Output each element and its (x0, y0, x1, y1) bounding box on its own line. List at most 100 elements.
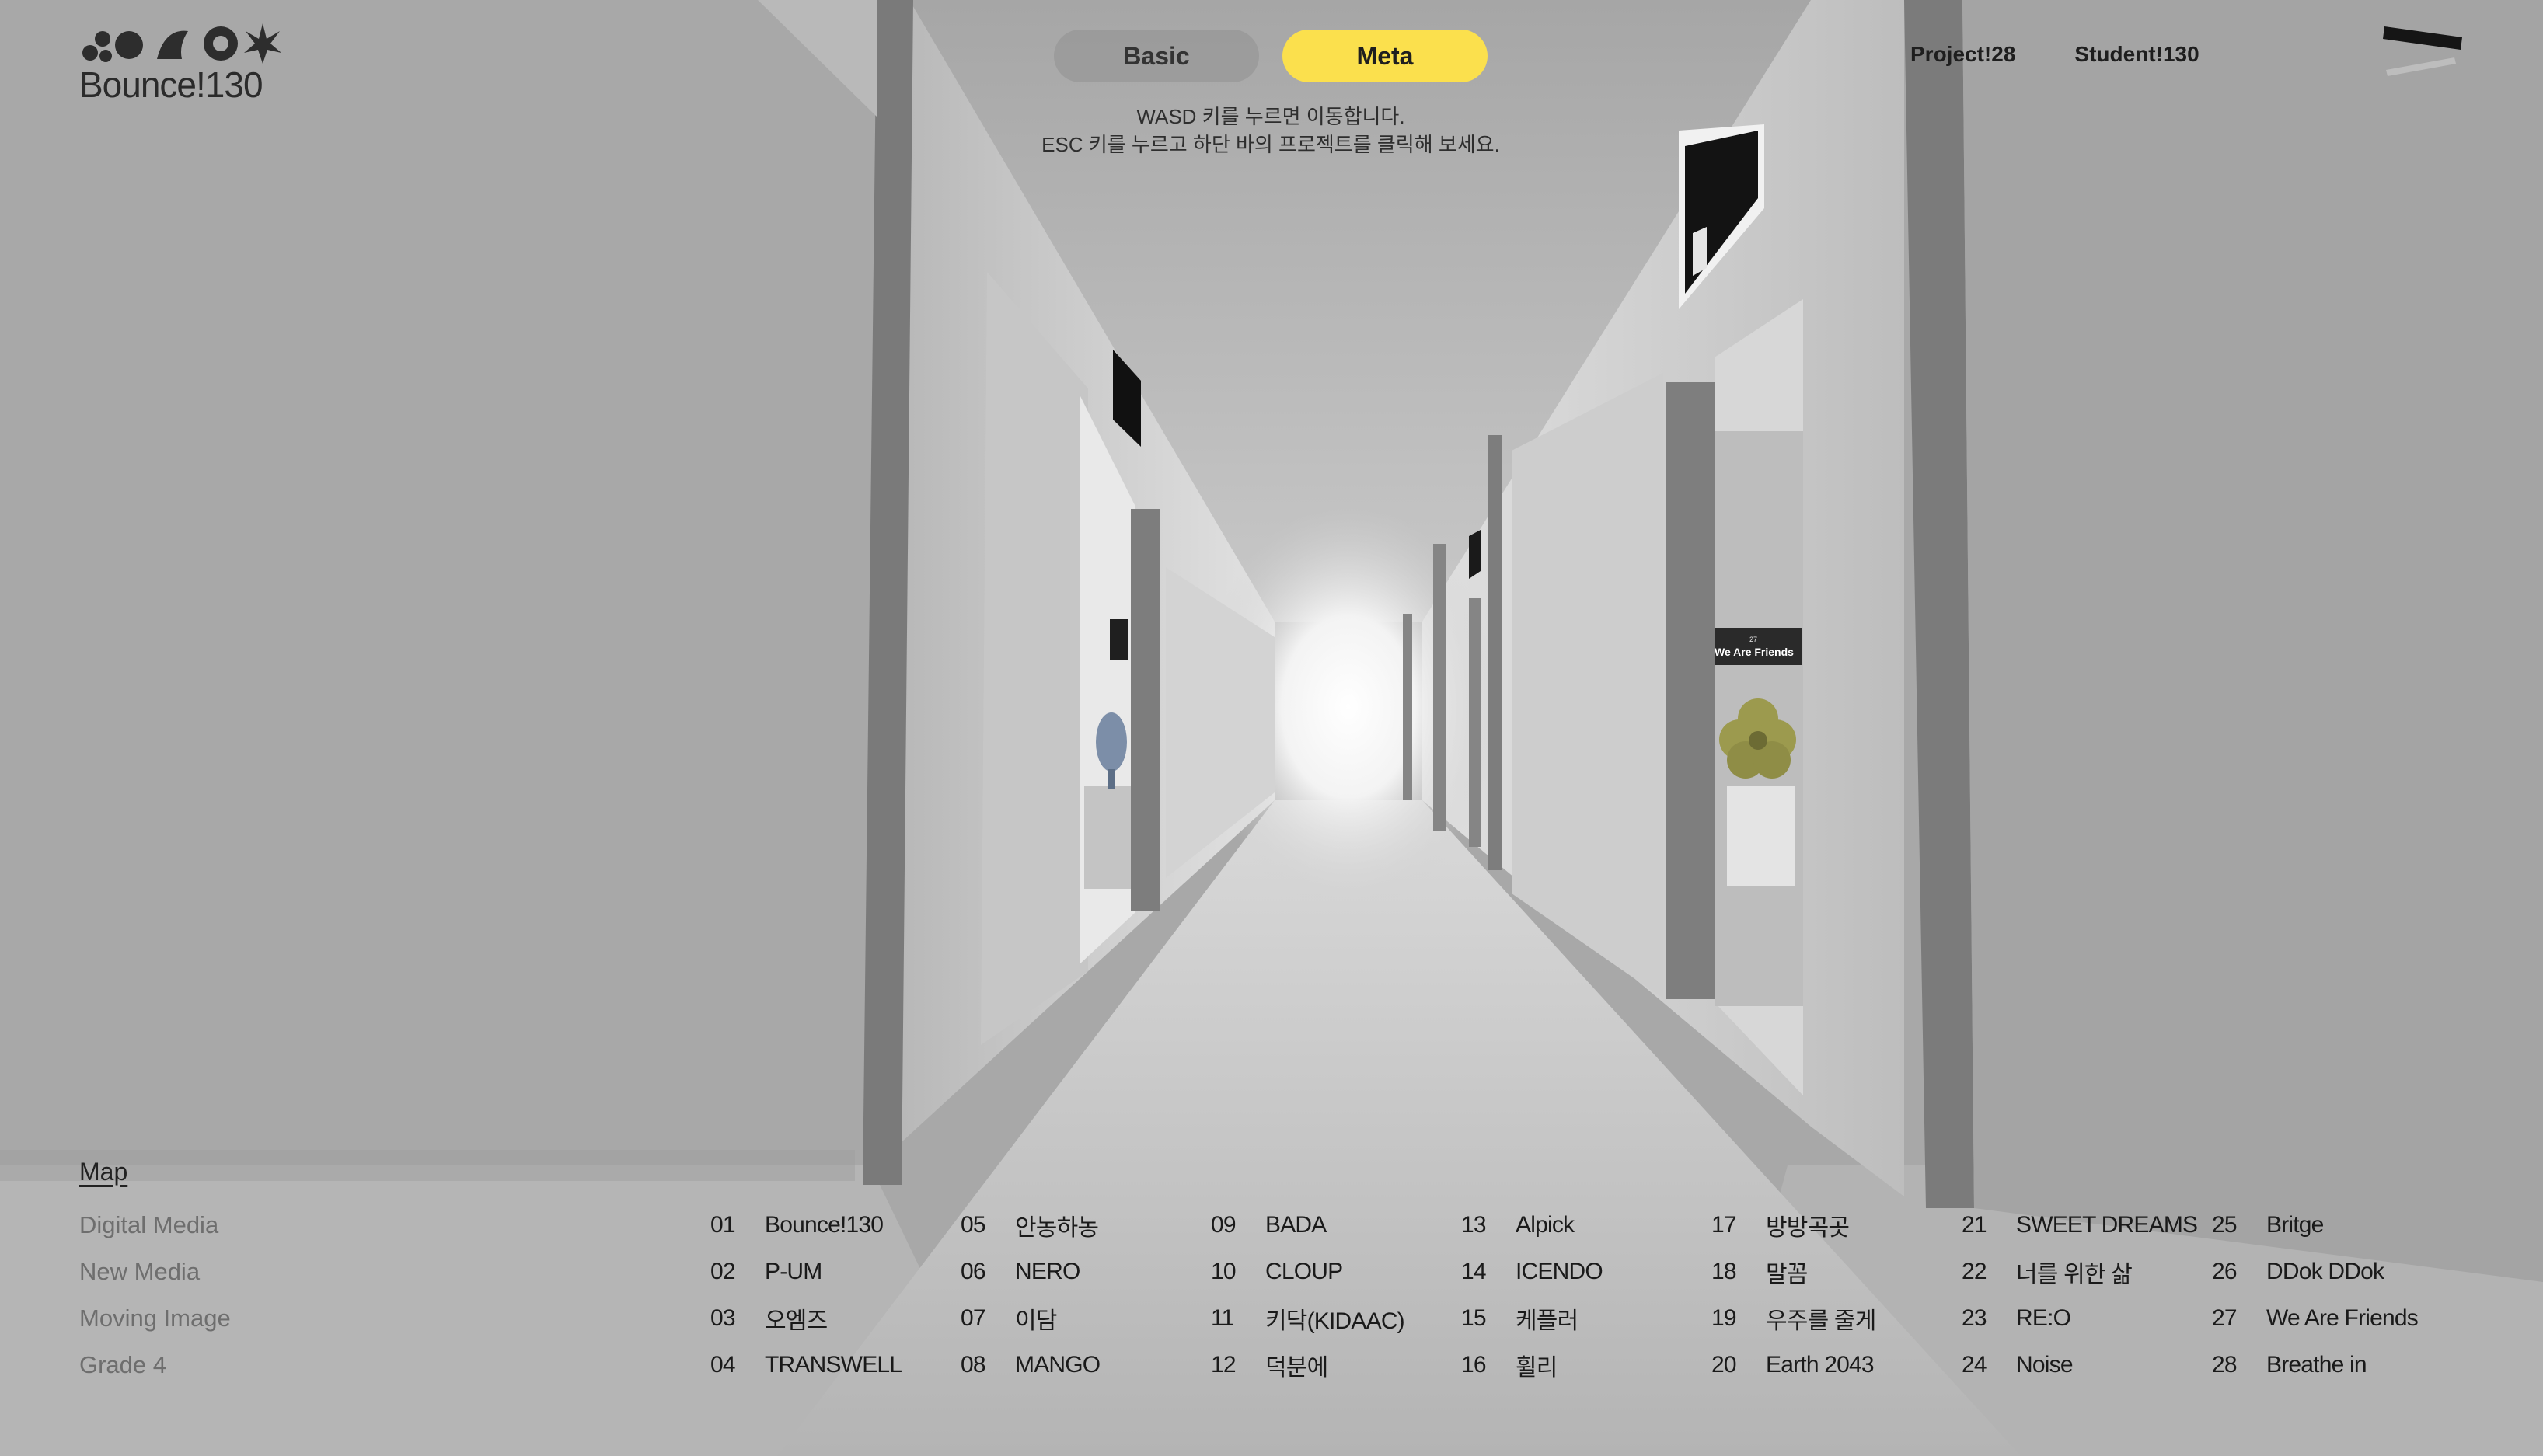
project-number: 08 (961, 1352, 986, 1378)
project-number: 06 (961, 1259, 986, 1284)
project-count-link[interactable]: Project!28 (1910, 42, 2015, 67)
project-item[interactable]: 05 안농하농 (961, 1207, 1099, 1243)
project-item[interactable]: 28 Breathe in (2212, 1347, 2367, 1383)
project-number: 27 (2212, 1305, 2238, 1331)
project-number: 26 (2212, 1259, 2238, 1284)
category-grade-4[interactable]: Grade 4 (79, 1347, 231, 1394)
category-new-media[interactable]: New Media (79, 1254, 231, 1301)
project-name: ICENDO (1516, 1259, 1603, 1284)
student-count-link[interactable]: Student!130 (2074, 42, 2199, 67)
project-item[interactable]: 08 MANGO (961, 1347, 1101, 1383)
left-sculpture (1096, 712, 1127, 772)
project-name: Breathe in (2266, 1352, 2367, 1378)
project-item[interactable]: 23 RE:O (1962, 1301, 2071, 1336)
project-item[interactable]: 06 NERO (961, 1254, 1080, 1290)
project-number: 28 (2212, 1352, 2238, 1378)
meta-mode-button[interactable]: Meta (1282, 30, 1488, 82)
project-number: 23 (1962, 1305, 1987, 1331)
basic-mode-button[interactable]: Basic (1054, 30, 1259, 82)
project-list: 01 Bounce!130 02 P-UM 03 오엠즈 04 TRANSWELL 05 안농하농… (710, 1207, 2490, 1394)
category-digital-media[interactable]: Digital Media (79, 1207, 231, 1254)
project-number: 19 (1711, 1305, 1737, 1331)
project-name: CLOUP (1265, 1259, 1343, 1284)
project-number: 21 (1962, 1212, 1987, 1238)
right-far-sign (1469, 530, 1481, 579)
project-number: 09 (1211, 1212, 1237, 1238)
project-item[interactable]: 12 덕분에 (1211, 1347, 1328, 1383)
project-item[interactable]: 03 오엠즈 (710, 1301, 828, 1336)
project-item[interactable]: 13 Alpick (1461, 1207, 1575, 1243)
project-item[interactable]: 01 Bounce!130 (710, 1207, 884, 1243)
left-door-frame (981, 272, 1088, 1045)
project-number: 12 (1211, 1352, 1237, 1378)
map-title[interactable]: Map (79, 1158, 127, 1186)
left-pedestal (1084, 786, 1131, 889)
project-item[interactable]: 07 이담 (961, 1301, 1057, 1336)
project-item[interactable]: 02 P-UM (710, 1254, 822, 1290)
project-number: 11 (1211, 1305, 1234, 1331)
we-are-friends-sign-text: We Are Friends (1715, 646, 1794, 658)
project-name: 덕분에 (1265, 1355, 1328, 1381)
project-name: RE:O (2016, 1305, 2071, 1331)
movement-hint: WASD 키를 누르면 이동합니다. (1136, 105, 1405, 128)
mode-toggle: Basic Meta (1054, 30, 1488, 82)
project-name: 말꼼 (1766, 1262, 1808, 1287)
logo[interactable]: Bounce!130 (79, 22, 289, 107)
project-item[interactable]: 17 방방곡곳 (1711, 1207, 1850, 1243)
project-name: 키닥(KIDAAC) (1265, 1308, 1405, 1334)
project-name: We Are Friends (2266, 1305, 2419, 1331)
project-name: 우주를 줄게 (1766, 1308, 1876, 1334)
right-door-wall (1512, 373, 1663, 998)
project-name: 안농하농 (1015, 1215, 1099, 1241)
header-stats: Project!28 Student!130 (1910, 42, 2199, 67)
logo-shapes-icon (82, 23, 281, 64)
project-name: MANGO (1015, 1352, 1101, 1378)
project-name: 너를 위한 삶 (2016, 1262, 2133, 1287)
project-number: 02 (710, 1259, 736, 1284)
project-item[interactable]: 27 We Are Friends (2212, 1301, 2419, 1336)
category-list: Digital Media New Media Moving Image Gra… (79, 1207, 231, 1394)
project-item[interactable]: 15 케플러 (1461, 1301, 1578, 1336)
logo-text: Bounce!130 (79, 64, 263, 105)
right-far-post-3 (1469, 598, 1481, 847)
project-item[interactable]: 14 ICENDO (1461, 1254, 1603, 1290)
project-item[interactable]: 11 키닥(KIDAAC) (1211, 1301, 1405, 1336)
right-pedestal (1727, 786, 1795, 886)
project-item[interactable]: 26 DDok DDok (2212, 1254, 2384, 1290)
right-far-post-4 (1488, 435, 1502, 870)
project-number: 22 (1962, 1259, 1987, 1284)
project-item[interactable]: 19 우주를 줄게 (1711, 1301, 1876, 1336)
project-name: TRANSWELL (765, 1352, 902, 1378)
project-name: Earth 2043 (1766, 1352, 1875, 1378)
we-are-friends-sign-number: 27 (1749, 636, 1757, 643)
project-number: 05 (961, 1212, 986, 1238)
right-far-post-1 (1403, 614, 1412, 800)
project-name: Britge (2266, 1212, 2324, 1238)
project-item[interactable]: 09 BADA (1211, 1207, 1327, 1243)
project-number: 20 (1711, 1352, 1737, 1378)
project-name: Bounce!130 (765, 1212, 884, 1238)
right-far-post-2 (1433, 544, 1446, 831)
project-item[interactable]: 22 너를 위한 삶 (1962, 1254, 2133, 1290)
project-item[interactable]: 10 CLOUP (1211, 1254, 1343, 1290)
project-item[interactable]: 21 SWEET DREAMS (1962, 1207, 2198, 1243)
menu-icon[interactable] (2377, 23, 2464, 76)
project-number: 15 (1461, 1305, 1487, 1331)
project-item[interactable]: 25 Britge (2212, 1207, 2324, 1243)
project-name: DDok DDok (2266, 1259, 2384, 1284)
project-name: SWEET DREAMS (2016, 1212, 2198, 1238)
project-name: 방방곡곳 (1766, 1215, 1850, 1241)
project-item[interactable]: 24 Noise (1962, 1347, 2073, 1383)
project-item[interactable]: 16 휠리 (1461, 1347, 1558, 1383)
project-item[interactable]: 20 Earth 2043 (1711, 1347, 1875, 1383)
project-name: Alpick (1516, 1212, 1575, 1238)
project-number: 25 (2212, 1212, 2238, 1238)
project-number: 04 (710, 1352, 736, 1378)
category-moving-image[interactable]: Moving Image (79, 1301, 231, 1347)
project-number: 18 (1711, 1259, 1737, 1284)
project-number: 24 (1962, 1352, 1987, 1378)
project-item[interactable]: 18 말꼼 (1711, 1254, 1808, 1290)
project-name: 휠리 (1516, 1355, 1558, 1381)
project-number: 10 (1211, 1259, 1237, 1284)
project-item[interactable]: 04 TRANSWELL (710, 1347, 902, 1383)
